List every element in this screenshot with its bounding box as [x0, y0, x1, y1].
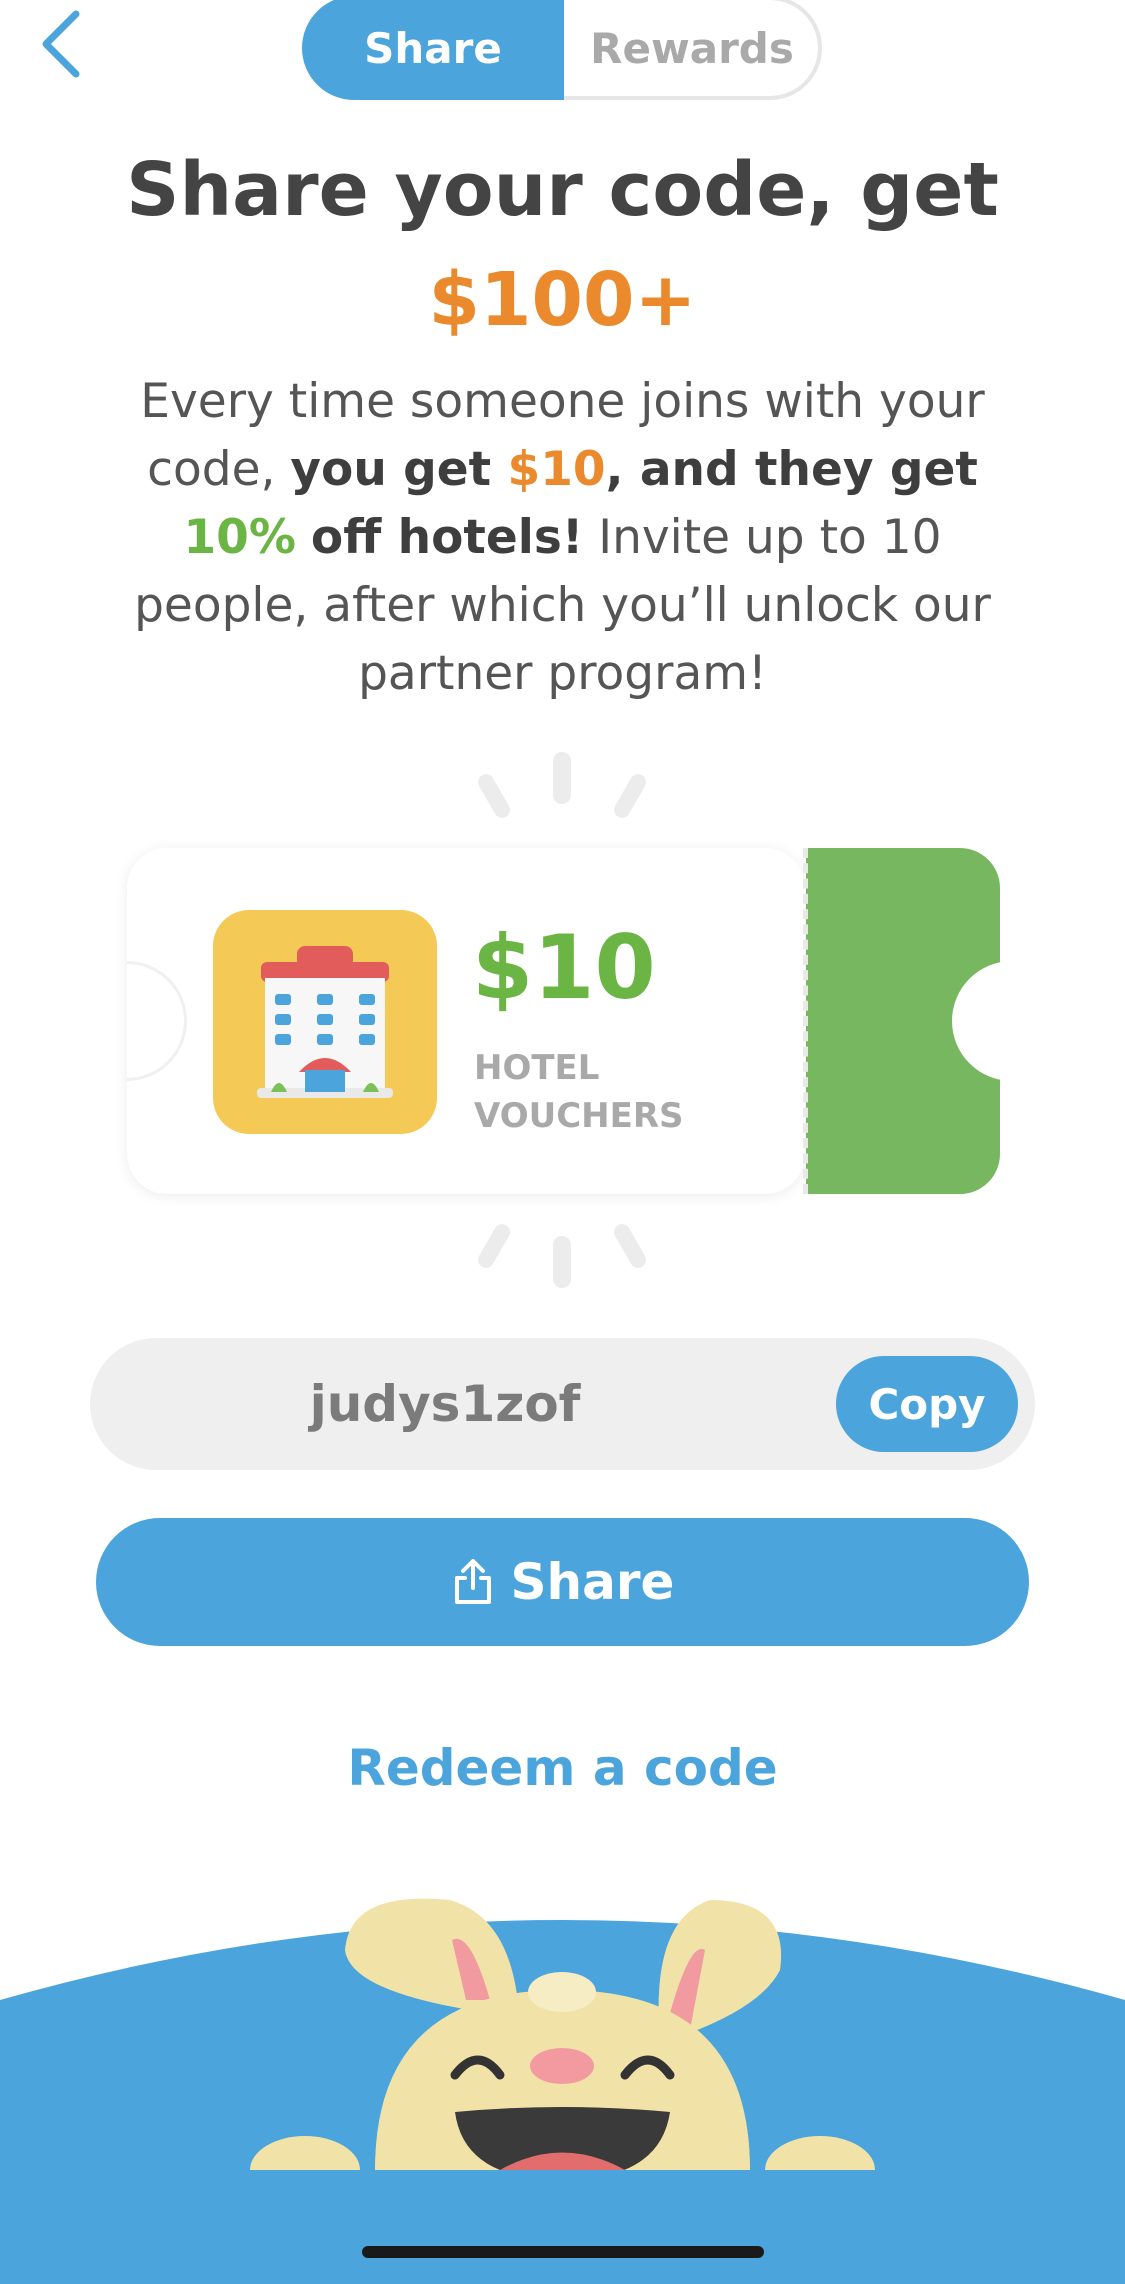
ticket-notch: [952, 961, 1000, 1081]
page-title: Share your code, get: [126, 147, 999, 233]
description: Every time someone joins with your code,…: [134, 374, 991, 701]
share-button-label: Share: [510, 1553, 675, 1611]
back-button[interactable]: [30, 8, 90, 78]
sparkle-ray: [475, 1221, 513, 1271]
share-button[interactable]: Share: [96, 1518, 1029, 1646]
sparkle-ray: [611, 1221, 649, 1271]
referral-code[interactable]: judys1zof: [140, 1338, 750, 1470]
sparkle-ray: [553, 1236, 571, 1288]
tab-share[interactable]: Share: [302, 0, 564, 100]
sparkle-ray: [475, 771, 513, 821]
share-icon: [454, 1559, 491, 1604]
tab-rewards[interactable]: Rewards: [566, 0, 818, 100]
copy-button[interactable]: Copy: [836, 1356, 1018, 1452]
chevron-left-icon: [42, 10, 80, 78]
voucher-ticket-stub: [806, 848, 1000, 1194]
voucher-value: $10: [472, 916, 656, 1019]
reward-amount: $100+: [428, 257, 697, 343]
ticket-perforation: [803, 848, 808, 1194]
hotel-icon: [213, 910, 437, 1134]
sparkle-ray: [611, 771, 649, 821]
voucher-label: HOTEL VOUCHERS: [474, 1048, 684, 1136]
bunny-mascot-illustration: [0, 1898, 1125, 2284]
sparkle-ray: [553, 752, 571, 804]
home-indicator: [362, 2246, 764, 2258]
redeem-code-link[interactable]: Redeem a code: [200, 1738, 925, 1798]
ticket-notch: [127, 961, 187, 1081]
